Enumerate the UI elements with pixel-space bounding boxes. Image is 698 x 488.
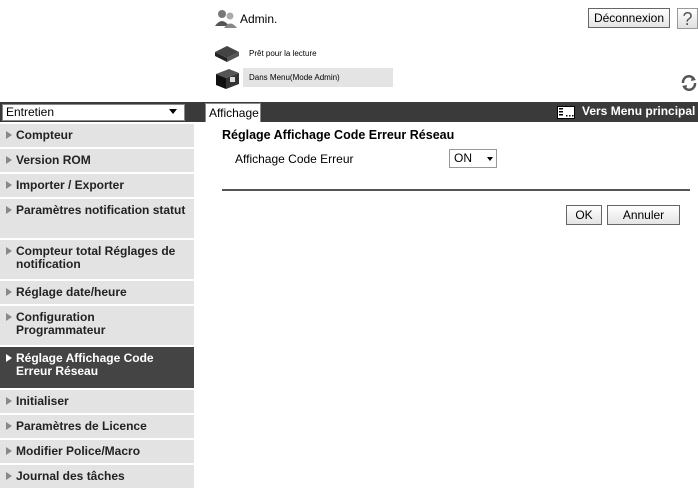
main-menu-link[interactable]: Vers Menu principal	[582, 104, 695, 118]
help-button[interactable]: ?	[677, 8, 698, 29]
sidebar-item-compteur[interactable]: Compteur	[0, 124, 194, 147]
sidebar-item-label: Importer / Exporter	[16, 178, 125, 192]
menu-category-select[interactable]: Entretien	[2, 104, 185, 121]
sidebar-item-label: Configuration Programmateur	[16, 310, 106, 337]
sidebar-item-police-macro[interactable]: Modifier Police/Macro	[0, 440, 194, 463]
cancel-button[interactable]: Annuler	[607, 205, 680, 225]
admin-user-icon	[214, 7, 238, 29]
chevron-down-icon	[487, 157, 493, 161]
sidebar-item-importer-exporter[interactable]: Importer / Exporter	[0, 174, 194, 197]
ok-button[interactable]: OK	[566, 205, 602, 225]
sidebar-item-initialiser[interactable]: Initialiser	[0, 390, 194, 413]
arrow-right-icon	[6, 472, 12, 480]
arrow-right-icon	[6, 354, 12, 362]
sidebar-item-date-heure[interactable]: Réglage date/heure	[0, 281, 194, 304]
sidebar-item-notification-statut[interactable]: Paramètres notification statut	[0, 199, 194, 238]
sidebar: Compteur Version ROM Importer / Exporter…	[0, 122, 194, 488]
sidebar-item-version-rom[interactable]: Version ROM	[0, 149, 194, 172]
sidebar-item-label: Initialiser	[16, 394, 69, 408]
arrow-right-icon	[6, 247, 12, 255]
sidebar-item-label: Paramètres notification statut	[16, 203, 186, 217]
sidebar-item-compteur-total[interactable]: Compteur total Réglages de notification	[0, 240, 194, 279]
arrow-right-icon	[6, 313, 12, 321]
arrow-right-icon	[6, 422, 12, 430]
arrow-right-icon	[6, 288, 12, 296]
sidebar-item-label: Réglage Affichage Code Erreur Réseau	[16, 351, 154, 378]
scanner-status-icon	[213, 44, 241, 64]
sidebar-item-label: Compteur total Réglages de notification	[16, 244, 176, 271]
arrow-right-icon	[6, 397, 12, 405]
sidebar-item-licence[interactable]: Paramètres de Licence	[0, 415, 194, 438]
arrow-right-icon	[6, 206, 12, 214]
chevron-down-icon	[169, 109, 177, 114]
arrow-right-icon	[6, 156, 12, 164]
refresh-icon[interactable]	[680, 74, 698, 92]
sidebar-item-label: Modifier Police/Macro	[16, 444, 141, 458]
arrow-right-icon	[6, 181, 12, 189]
status-mode-text: Dans Menu(Mode Admin)	[249, 73, 340, 82]
sidebar-item-label: Réglage date/heure	[16, 285, 127, 299]
page-title: Réglage Affichage Code Erreur Réseau	[222, 128, 455, 142]
tab-affichage[interactable]: Affichage	[205, 103, 261, 122]
status-ready-text: Prêt pour la lecture	[249, 49, 317, 58]
sidebar-item-label: Paramètres de Licence	[16, 419, 147, 433]
divider	[222, 189, 690, 191]
arrow-right-icon	[6, 447, 12, 455]
printer-status-icon	[213, 66, 241, 90]
logout-button[interactable]: Déconnexion	[588, 8, 670, 28]
sidebar-item-configuration-programmateur[interactable]: Configuration Programmateur	[0, 306, 194, 345]
sidebar-item-label: Version ROM	[16, 153, 91, 167]
sidebar-item-journal-taches[interactable]: Journal des tâches	[0, 465, 194, 488]
main-menu-icon[interactable]	[557, 106, 575, 119]
sidebar-item-label: Compteur	[16, 128, 73, 142]
arrow-right-icon	[6, 131, 12, 139]
sidebar-item-code-erreur-reseau[interactable]: Réglage Affichage Code Erreur Réseau	[0, 347, 194, 388]
error-code-display-label: Affichage Code Erreur	[235, 152, 354, 166]
user-label: Admin.	[240, 12, 278, 26]
sidebar-item-label: Journal des tâches	[16, 469, 125, 483]
